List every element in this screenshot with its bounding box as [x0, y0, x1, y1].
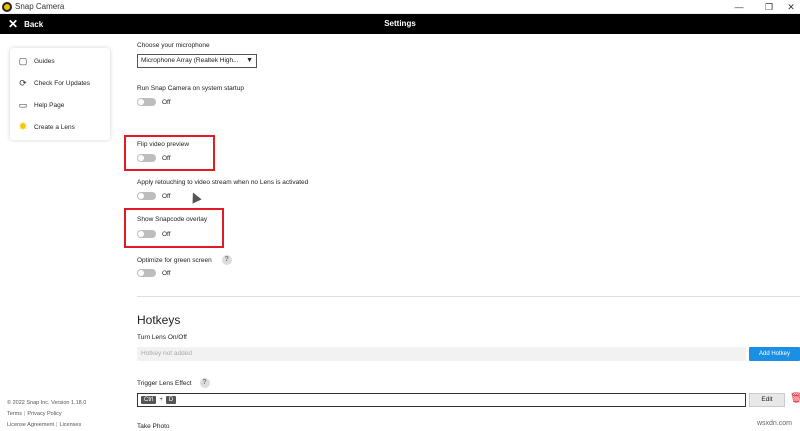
copyright-text: © 2022 Snap Inc. Version 1.18.0: [7, 400, 87, 406]
add-hotkey-button[interactable]: Add Hotkey: [749, 347, 800, 361]
license-agreement-link[interactable]: License Agreement: [7, 422, 54, 428]
snap-camera-logo-icon: [2, 2, 12, 12]
turn-lens-label: Turn Lens On/Off: [137, 334, 187, 341]
startup-state: Off: [162, 98, 171, 106]
sidebar-menu: ▢ Guides ⟳ Check For Updates ▭ Help Page…: [10, 48, 110, 140]
green-screen-toggle-row: Off: [137, 269, 171, 277]
microphone-label: Choose your microphone: [137, 42, 210, 49]
green-screen-label: Optimize for green screen: [137, 256, 212, 264]
green-screen-toggle[interactable]: [137, 269, 156, 277]
lens-icon: ✸: [18, 121, 28, 133]
startup-toggle-row: Off: [137, 98, 171, 106]
retouching-toggle-row: Off: [137, 192, 171, 200]
hotkeys-heading: Hotkeys: [137, 313, 181, 327]
trash-icon[interactable]: 🗑: [790, 393, 800, 404]
privacy-policy-link[interactable]: Privacy Policy: [27, 411, 61, 417]
sidebar-item-label: Create a Lens: [34, 123, 75, 131]
sidebar-item-create-a-lens[interactable]: ✸ Create a Lens: [10, 116, 110, 138]
retouching-label: Apply retouching to video stream when no…: [137, 179, 309, 186]
watermark: wsxdn.com: [756, 420, 792, 427]
mouse-cursor-icon: [188, 190, 202, 204]
sidebar-item-help-page[interactable]: ▭ Help Page: [10, 94, 110, 116]
sidebar-item-check-for-updates[interactable]: ⟳ Check For Updates: [10, 72, 110, 94]
page-title: Settings: [384, 19, 416, 28]
section-divider: [137, 296, 800, 297]
window-titlebar: Snap Camera — ❐ ✕: [0, 0, 800, 14]
guides-icon: ▢: [18, 56, 28, 66]
highlight-box-snapcode: [124, 208, 224, 248]
trigger-effect-hotkey-field[interactable]: Ctrl + D: [137, 393, 746, 407]
retouching-state: Off: [162, 192, 171, 200]
take-photo-label: Take Photo: [137, 423, 170, 430]
sidebar-item-guides[interactable]: ▢ Guides: [10, 50, 110, 72]
plus-sign: +: [159, 397, 163, 403]
sidebar-item-label: Guides: [34, 57, 55, 65]
retouching-toggle[interactable]: [137, 192, 156, 200]
green-screen-label-row: Optimize for green screen ?: [137, 255, 232, 265]
refresh-icon: ⟳: [19, 78, 27, 88]
help-question-icon[interactable]: ?: [199, 378, 210, 388]
turn-lens-hotkey-input[interactable]: Hotkey not added: [137, 347, 746, 361]
trigger-effect-label: Trigger Lens Effect: [137, 379, 192, 387]
maximize-button[interactable]: ❐: [758, 0, 780, 14]
microphone-selected-value: Microphone Array (Realtek High...: [141, 57, 239, 64]
highlight-box-flip-video: [124, 135, 215, 171]
sidebar-item-label: Check For Updates: [34, 79, 90, 87]
app-footer: © 2022 Snap Inc. Version 1.18.0 Terms | Pr…: [7, 398, 117, 431]
microphone-select[interactable]: Microphone Array (Realtek High... ▼: [137, 54, 257, 68]
green-screen-state: Off: [162, 269, 171, 277]
settings-header: ✕ Back Settings: [0, 14, 800, 34]
d-key-badge: D: [165, 396, 177, 404]
trigger-effect-label-row: Trigger Lens Effect ?: [137, 378, 210, 388]
window-title: Snap Camera: [15, 2, 65, 11]
ctrl-key-badge: Ctrl: [141, 396, 157, 404]
licenses-link[interactable]: Licenses: [60, 422, 82, 428]
sidebar-item-label: Help Page: [34, 101, 65, 109]
dropdown-arrow-icon: ▼: [246, 57, 253, 64]
help-icon: ▭: [18, 100, 28, 110]
startup-toggle[interactable]: [137, 98, 156, 106]
close-window-button[interactable]: ✕: [780, 0, 800, 14]
help-question-icon[interactable]: ?: [221, 255, 232, 265]
minimize-button[interactable]: —: [728, 0, 750, 14]
startup-label: Run Snap Camera on system startup: [137, 85, 244, 92]
edit-hotkey-button[interactable]: Edit: [749, 393, 785, 407]
terms-link[interactable]: Terms: [7, 411, 22, 417]
